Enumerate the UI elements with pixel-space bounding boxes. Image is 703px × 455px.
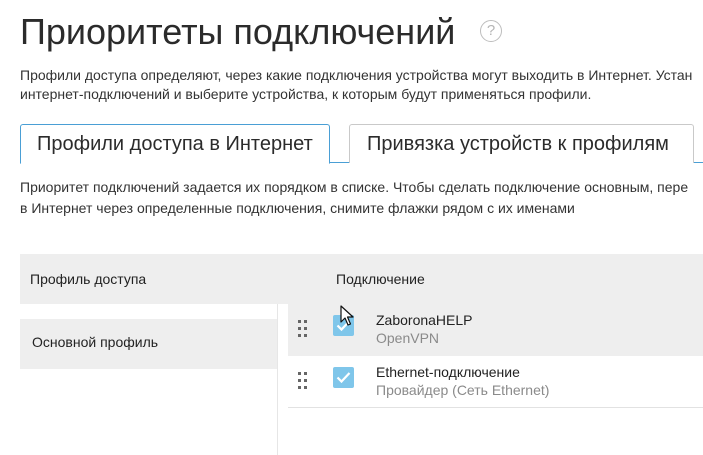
column-header-connection: Подключение bbox=[336, 271, 425, 287]
connection-type: Провайдер (Сеть Ethernet) bbox=[376, 382, 550, 398]
column-header-profile: Профиль доступа bbox=[30, 271, 147, 287]
page-title: Приоритеты подключений bbox=[20, 11, 456, 52]
tab-description-line-1: Приоритет подключений задается их порядк… bbox=[20, 179, 689, 195]
tab-internet-profiles[interactable]: Профили доступа в Интернет bbox=[20, 124, 330, 164]
tab-description-line-2: в Интернет через определенные подключени… bbox=[20, 200, 575, 216]
mouse-cursor-icon bbox=[340, 305, 354, 326]
drag-handle-icon[interactable] bbox=[298, 320, 308, 338]
connection-name: Ethernet-подключение bbox=[376, 364, 520, 380]
table-header: Профиль доступа Подключение bbox=[20, 254, 703, 304]
tab-device-binding[interactable]: Привязка устройств к профилям bbox=[349, 124, 694, 163]
column-divider bbox=[277, 304, 278, 455]
drag-handle-icon[interactable] bbox=[298, 372, 308, 390]
page-description-line-2: интернет-подключений и выберите устройст… bbox=[20, 86, 592, 102]
page-description-line-1: Профили доступа определяют, через какие … bbox=[20, 67, 693, 83]
checkmark-icon bbox=[336, 372, 351, 384]
help-icon[interactable]: ? bbox=[480, 20, 502, 42]
connection-type: OpenVPN bbox=[376, 330, 440, 346]
profile-item-main[interactable]: Основной профиль bbox=[20, 319, 277, 369]
connection-checkbox[interactable] bbox=[333, 367, 354, 388]
connection-row[interactable]: Ethernet-подключение Провайдер (Сеть Eth… bbox=[288, 356, 703, 408]
connection-name: ZaboronaHELP bbox=[376, 312, 473, 328]
